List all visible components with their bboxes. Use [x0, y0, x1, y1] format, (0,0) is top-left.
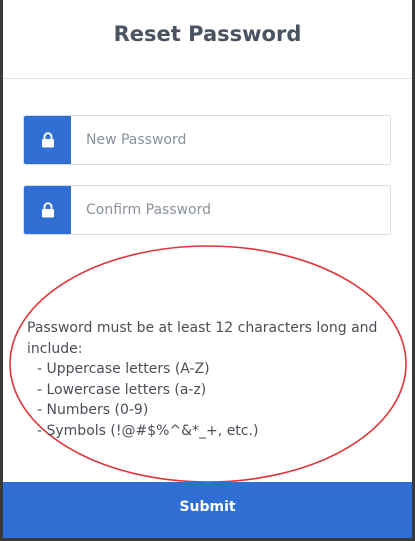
new-password-input[interactable] — [71, 116, 390, 164]
reset-password-card: Reset Password Password must be at least… — [3, 0, 412, 538]
lock-icon — [24, 186, 71, 234]
password-requirements: Password must be at least 12 characters … — [27, 318, 387, 441]
submit-button[interactable]: Submit — [3, 482, 412, 538]
requirements-intro: Password must be at least 12 characters … — [27, 320, 378, 357]
confirm-password-input[interactable] — [71, 186, 390, 234]
requirement-item: - Lowercase letters (a-z) — [37, 381, 207, 398]
requirement-item: - Numbers (0-9) — [37, 402, 149, 418]
requirement-item: - Symbols (!@#$%^&*_+, etc.) — [37, 422, 259, 439]
lock-icon — [24, 116, 71, 164]
new-password-field — [23, 115, 391, 165]
requirement-item: - Uppercase letters (A-Z) — [37, 361, 210, 377]
page-title: Reset Password — [113, 22, 302, 46]
confirm-password-field — [23, 185, 391, 235]
card-header: Reset Password — [3, 0, 412, 79]
